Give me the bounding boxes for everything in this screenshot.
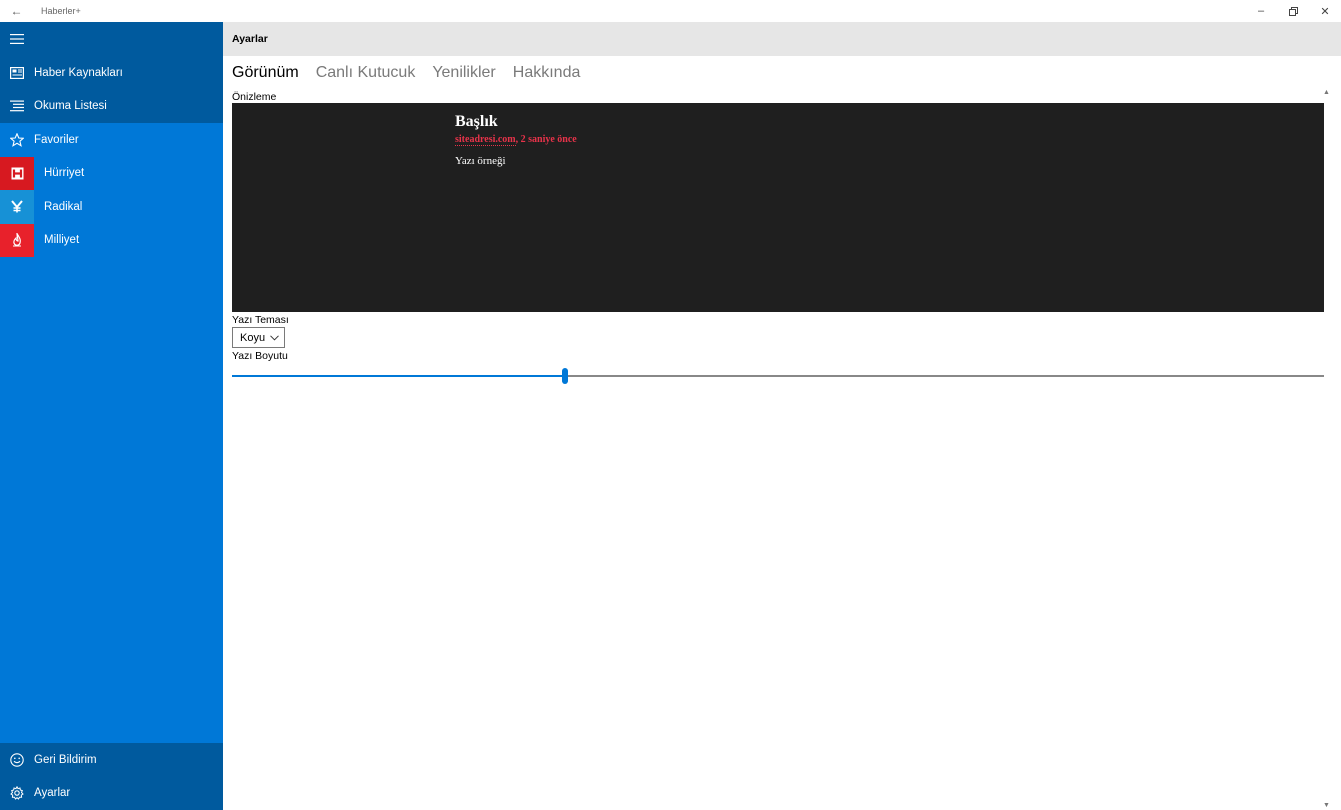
hamburger-icon [10, 34, 24, 44]
theme-select[interactable]: Koyu [232, 327, 285, 348]
gear-icon [0, 777, 33, 810]
star-icon [0, 123, 33, 157]
hurriyet-logo-icon [0, 156, 34, 190]
slider-track [568, 375, 1324, 377]
page-title: Ayarlar [232, 33, 268, 45]
sidebar: Haber Kaynakları Okuma Listesi Favoriler… [0, 22, 223, 810]
preview-site: siteadresi.com [455, 134, 516, 146]
sidebar-item-haber-kaynaklari[interactable]: Haber Kaynakları [0, 56, 223, 90]
settings-tabs: Görünüm Canlı Kutucuk Yenilikler Hakkınd… [232, 64, 580, 82]
scroll-up-icon[interactable]: ▲ [1323, 89, 1330, 96]
sidebar-item-label: Geri Bildirim [34, 753, 97, 766]
sidebar-item-label: Hürriyet [44, 167, 85, 180]
theme-select-value: Koyu [240, 331, 266, 344]
preview-time: , 2 saniye önce [515, 134, 577, 145]
main-content: Ayarlar Görünüm Canlı Kutucuk Yenilikler… [223, 22, 1341, 810]
size-label: Yazı Boyutu [232, 350, 288, 362]
restore-button[interactable] [1277, 0, 1309, 22]
slider-thumb[interactable] [562, 368, 568, 384]
tab-hakkinda[interactable]: Hakkında [513, 64, 581, 82]
window-controls: – ✕ [1245, 0, 1341, 22]
sidebar-item-favoriler[interactable]: Favoriler [0, 123, 223, 157]
preview-meta: siteadresi.com, 2 saniye önce [455, 134, 577, 146]
hamburger-button[interactable] [0, 22, 223, 56]
sidebar-item-milliyet[interactable]: Milliyet [0, 223, 223, 257]
sidebar-top-section: Haber Kaynakları Okuma Listesi [0, 22, 223, 123]
preview-label: Önizleme [232, 91, 277, 103]
sidebar-item-label: Ayarlar [34, 787, 71, 800]
close-button[interactable]: ✕ [1309, 0, 1341, 22]
sidebar-item-label: Haber Kaynakları [34, 66, 123, 79]
scroll-down-icon[interactable]: ▼ [1323, 802, 1330, 809]
sidebar-item-label: Favoriler [34, 133, 79, 146]
restore-icon [1288, 6, 1298, 16]
sidebar-item-okuma-listesi[interactable]: Okuma Listesi [0, 90, 223, 124]
radikal-logo-icon [0, 190, 34, 224]
window-title: Haberler+ [41, 6, 81, 16]
preview-panel: Başlık siteadresi.com, 2 saniye önce Yaz… [232, 103, 1324, 312]
preview-title: Başlık [455, 113, 498, 130]
tab-gorunum[interactable]: Görünüm [232, 64, 299, 82]
theme-label: Yazı Teması [232, 314, 289, 326]
sidebar-item-radikal[interactable]: Radikal [0, 190, 223, 224]
sidebar-bottom-section: Geri Bildirim Ayarlar [0, 743, 223, 810]
sidebar-item-geri-bildirim[interactable]: Geri Bildirim [0, 743, 223, 777]
slider-fill [232, 375, 562, 377]
title-bar: ← Haberler+ – ✕ [0, 0, 1341, 22]
arrow-left-icon: ← [10, 4, 23, 18]
font-size-slider[interactable] [232, 368, 1324, 384]
smiley-icon [0, 743, 33, 777]
sidebar-item-hurriyet[interactable]: Hürriyet [0, 156, 223, 190]
page-header: Ayarlar [223, 22, 1341, 56]
minimize-button[interactable]: – [1245, 0, 1277, 22]
chevron-down-icon [270, 334, 279, 341]
newspaper-icon [0, 56, 33, 90]
tab-canli-kutucuk[interactable]: Canlı Kutucuk [316, 64, 416, 82]
minimize-icon: – [1257, 5, 1265, 17]
sidebar-item-label: Milliyet [44, 234, 80, 247]
preview-body: Yazı örneği [455, 155, 506, 167]
sidebar-item-label: Radikal [44, 200, 83, 213]
scrollbar[interactable]: ▲ ▼ [1323, 89, 1330, 809]
tab-yenilikler[interactable]: Yenilikler [432, 64, 495, 82]
close-icon: ✕ [1320, 5, 1330, 18]
sidebar-item-ayarlar[interactable]: Ayarlar [0, 777, 223, 810]
sidebar-item-label: Okuma Listesi [34, 100, 107, 113]
milliyet-logo-icon [0, 223, 34, 257]
back-button[interactable]: ← [0, 0, 33, 22]
list-icon [0, 90, 33, 124]
